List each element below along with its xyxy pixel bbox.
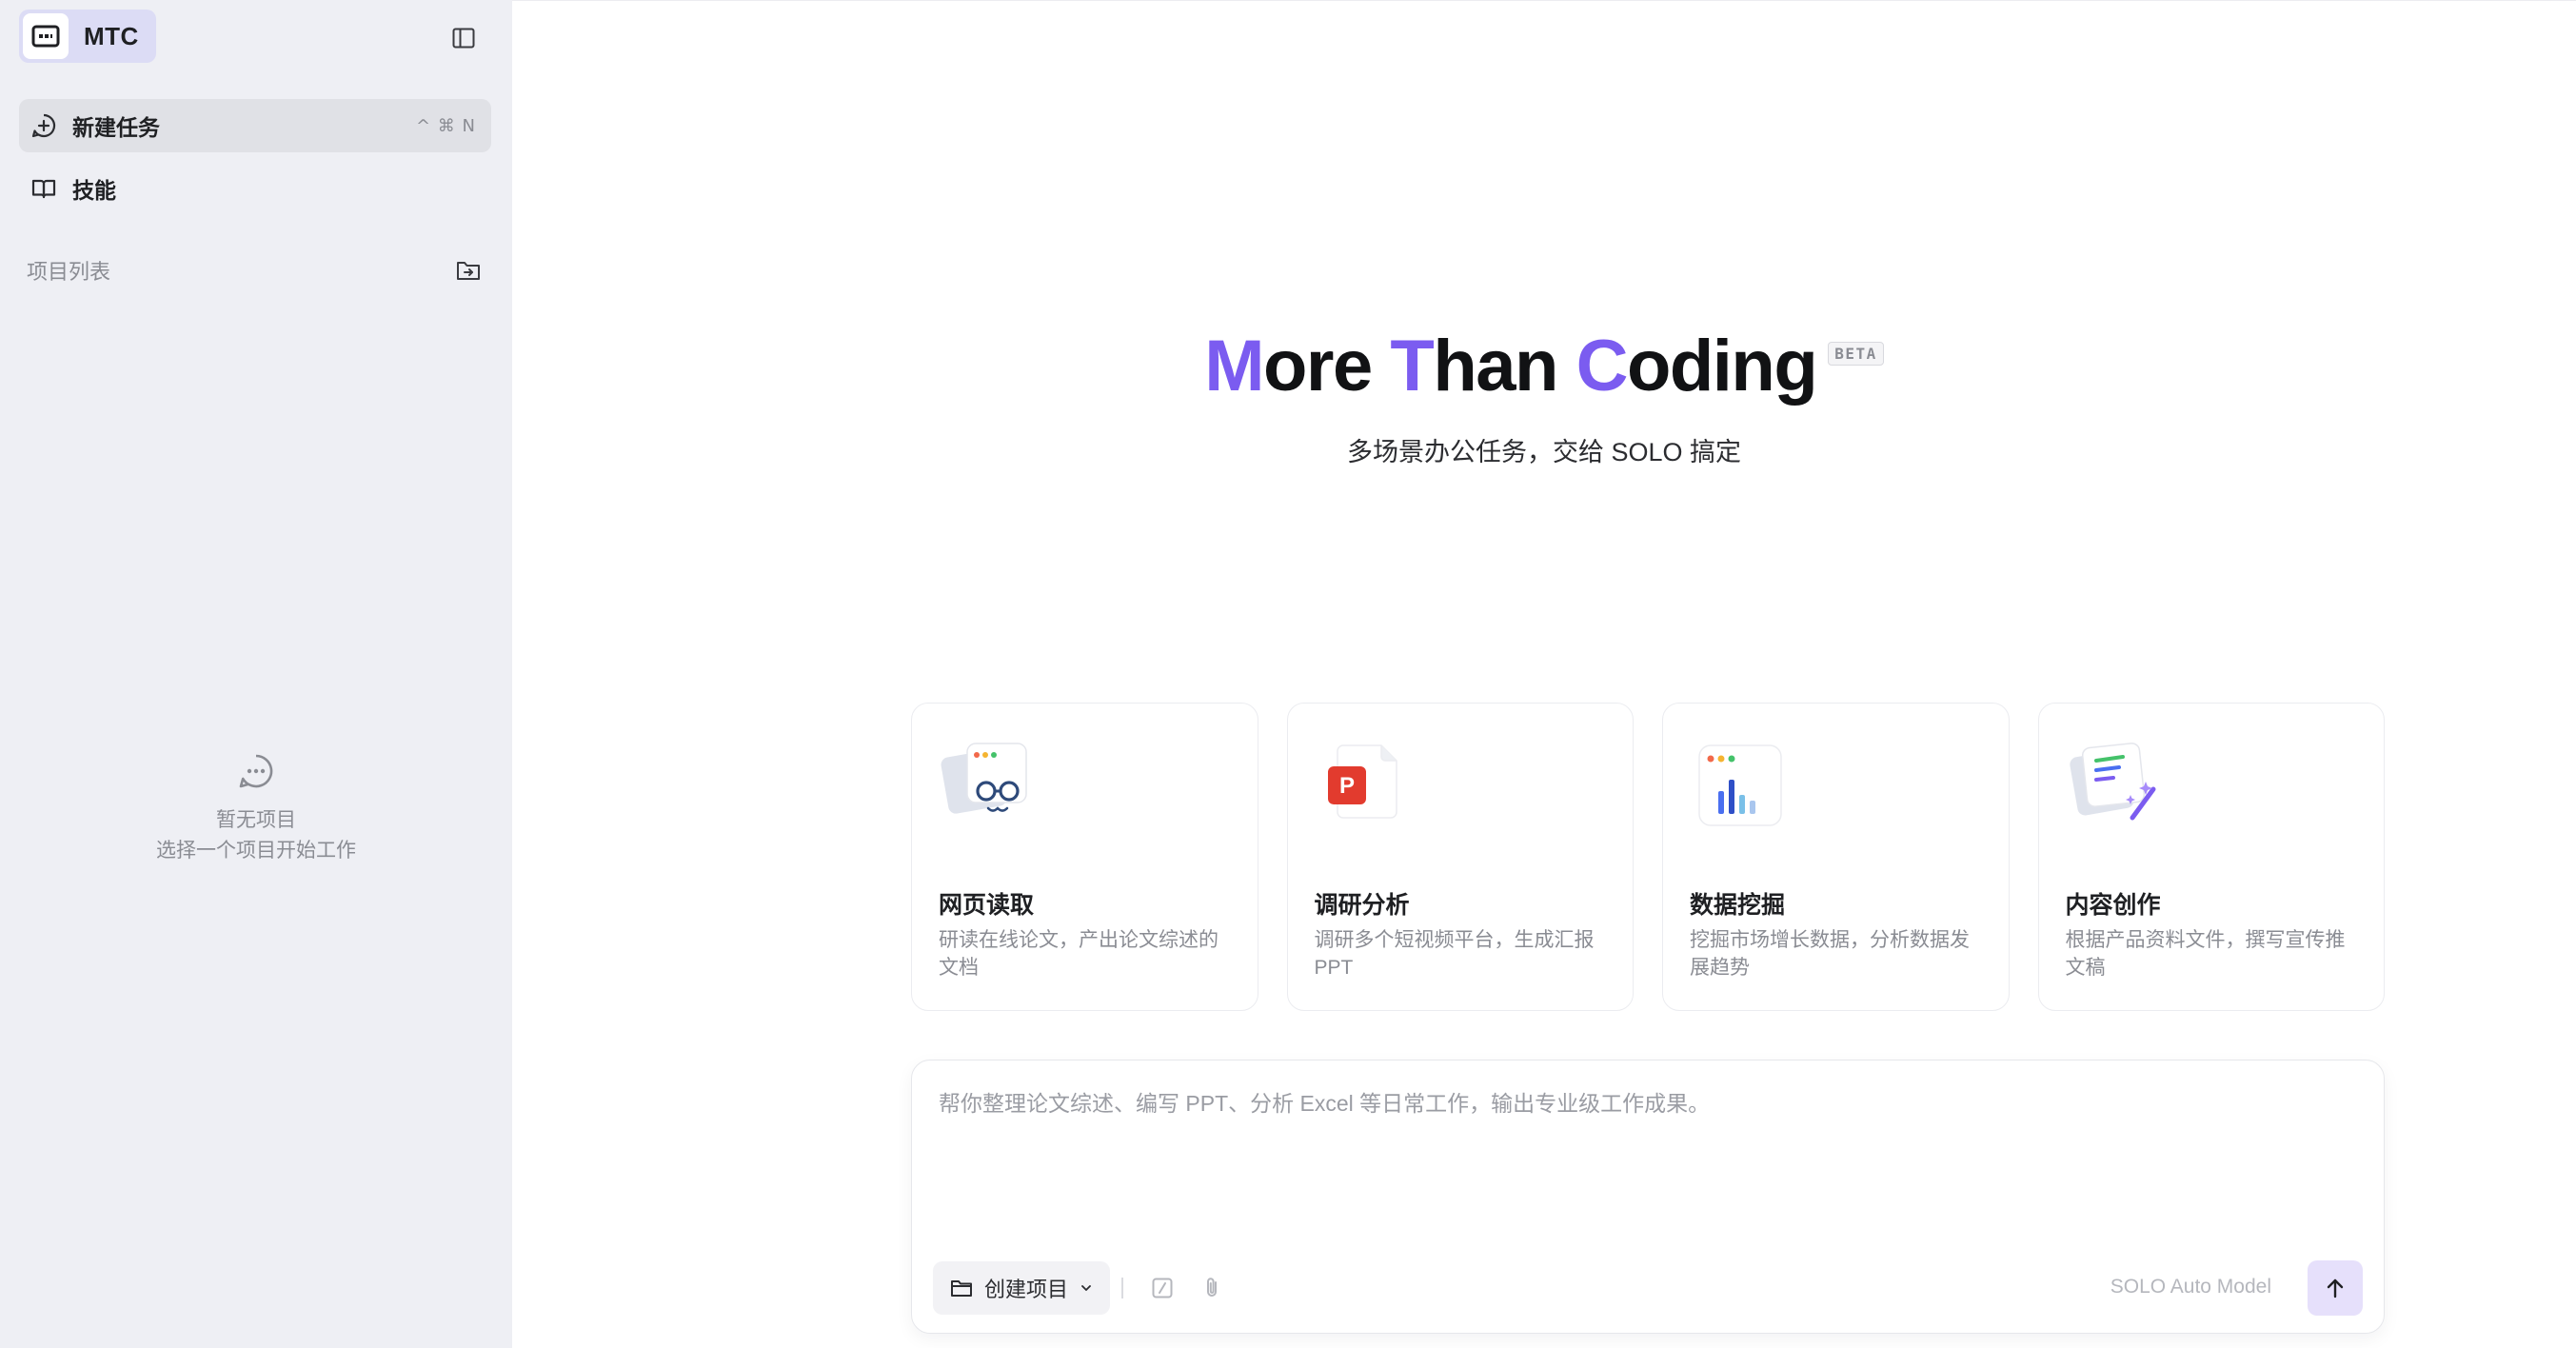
- brand-name: MTC: [84, 21, 139, 50]
- send-button[interactable]: [2308, 1260, 2363, 1316]
- hero-title-part: oding: [1626, 326, 1818, 406]
- task-cards: 网页读取 研读在线论文，产出论文综述的文档 P 调研分析 调研多个短视频平台，生…: [911, 703, 2385, 1011]
- project-picker-label: 创建项目: [984, 1278, 1069, 1301]
- card-web-reading[interactable]: 网页读取 研读在线论文，产出论文综述的文档: [911, 703, 1258, 1011]
- folder-plus-icon: [457, 262, 480, 280]
- hero-title-part: T: [1390, 326, 1434, 406]
- bar-chart-icon: [1690, 732, 1794, 837]
- plus-circle-icon: [29, 110, 59, 141]
- shortcut-hint: ^ ⌘ N: [416, 115, 476, 136]
- book-open-icon: [29, 173, 59, 204]
- project-picker-button[interactable]: 创建项目: [933, 1261, 1111, 1315]
- nav-skills-label: 技能: [72, 178, 116, 203]
- prompt-input[interactable]: [939, 1085, 2357, 1228]
- hero-subtitle: 多场景办公任务，交给 SOLO 搞定: [1346, 438, 1742, 466]
- card-title: 内容创作: [2065, 892, 2161, 919]
- paperclip-icon: [1207, 1278, 1217, 1297]
- ppt-document-icon: P: [1315, 732, 1419, 837]
- card-description: 研读在线论文，产出论文综述的文档: [939, 929, 1219, 979]
- card-content-creation[interactable]: 内容创作 根据产品资料文件，撰写宣传推文稿: [2037, 703, 2385, 1011]
- attach-button[interactable]: [1196, 1272, 1228, 1304]
- projects-header: 项目列表: [27, 251, 485, 289]
- beta-badge: BETA: [1828, 342, 1884, 366]
- card-description: 调研多个短视频平台，生成汇报PPT: [1314, 929, 1595, 979]
- nav-skills[interactable]: 技能: [19, 162, 491, 215]
- main-panel: More Than Coding BETA 多场景办公任务，交给 SOLO 搞定 …: [512, 0, 2576, 1348]
- nav-new-task-label: 新建任务: [72, 115, 160, 140]
- svg-text:P: P: [1338, 773, 1354, 799]
- hero-title-part: han: [1433, 326, 1576, 406]
- card-research-analysis[interactable]: P 调研分析 调研多个短视频平台，生成汇报PPT: [1286, 703, 1634, 1011]
- model-selector[interactable]: SOLO Auto Model: [2110, 1276, 2271, 1298]
- projects-empty-state: 暂无项目 选择一个项目开始工作: [0, 752, 512, 866]
- hero-title-part: ore: [1263, 326, 1391, 406]
- hero-title: More Than Coding BETA: [512, 325, 2576, 407]
- chat-bubble-icon: [0, 752, 512, 790]
- sidebar-panel-icon: [452, 28, 475, 49]
- terminal-logo-icon: [23, 13, 69, 59]
- sidebar: MTC 新建任务 ^ ⌘ N 技能 项目列表 暂无项目 选择一个项目开始工作: [0, 0, 512, 1348]
- sidebar-toggle-button[interactable]: [446, 21, 481, 55]
- new-project-button[interactable]: [451, 253, 485, 287]
- folder-icon: [951, 1280, 972, 1297]
- card-description: 根据产品资料文件，撰写宣传推文稿: [2065, 929, 2346, 979]
- empty-subtitle: 选择一个项目开始工作: [156, 840, 356, 862]
- card-title: 调研分析: [1314, 892, 1410, 919]
- content-writing-icon: [2066, 732, 2170, 837]
- nav-new-task[interactable]: 新建任务 ^ ⌘ N: [19, 99, 491, 152]
- arrow-up-icon: [2327, 1279, 2344, 1298]
- chevron-down-icon: [1081, 1285, 1091, 1291]
- hero-title-part: C: [1575, 326, 1629, 406]
- brand-button[interactable]: MTC: [19, 10, 156, 63]
- prompt-composer: 创建项目 SOLO Auto Model: [911, 1060, 2385, 1334]
- card-title: 网页读取: [939, 892, 1035, 919]
- toolbar-divider: [1121, 1278, 1123, 1298]
- empty-title: 暂无项目: [216, 809, 296, 831]
- web-reader-icon: [939, 732, 1043, 837]
- card-data-mining[interactable]: 数据挖掘 挖掘市场增长数据，分析数据发展趋势: [1662, 703, 2010, 1011]
- slash-command-button[interactable]: [1146, 1272, 1179, 1304]
- card-description: 挖掘市场增长数据，分析数据发展趋势: [1690, 929, 1970, 979]
- card-title: 数据挖掘: [1690, 892, 1786, 919]
- hero-title-part: M: [1204, 326, 1264, 406]
- projects-title: 项目列表: [27, 260, 111, 284]
- slash-command-icon: [1152, 1278, 1173, 1298]
